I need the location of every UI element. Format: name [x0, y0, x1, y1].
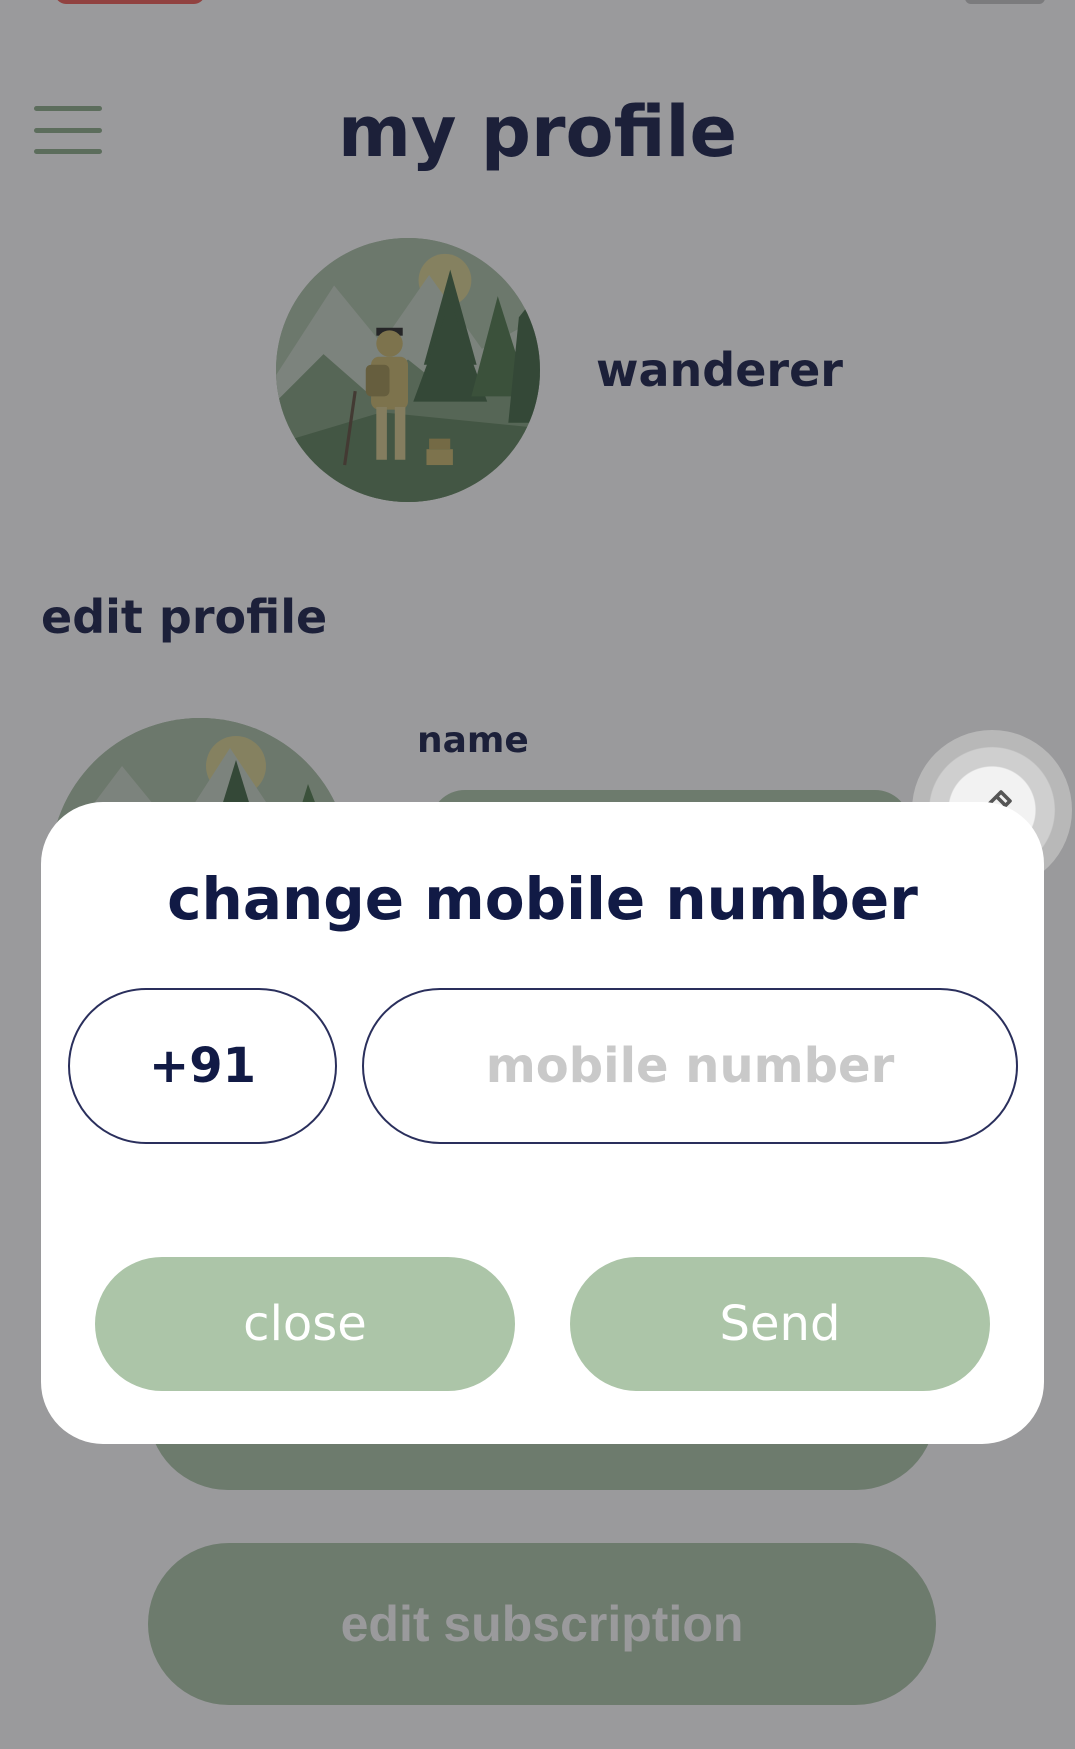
close-button[interactable]: close — [95, 1257, 515, 1391]
modal-title: change mobile number — [167, 865, 918, 933]
change-mobile-modal: change mobile number +91 close Send — [41, 802, 1044, 1444]
profile-screen: my profile wanderer edit profile name ed… — [0, 0, 1075, 1749]
send-button[interactable]: Send — [570, 1257, 990, 1391]
country-code-selector[interactable]: +91 — [68, 988, 337, 1144]
mobile-number-input[interactable] — [362, 988, 1018, 1144]
